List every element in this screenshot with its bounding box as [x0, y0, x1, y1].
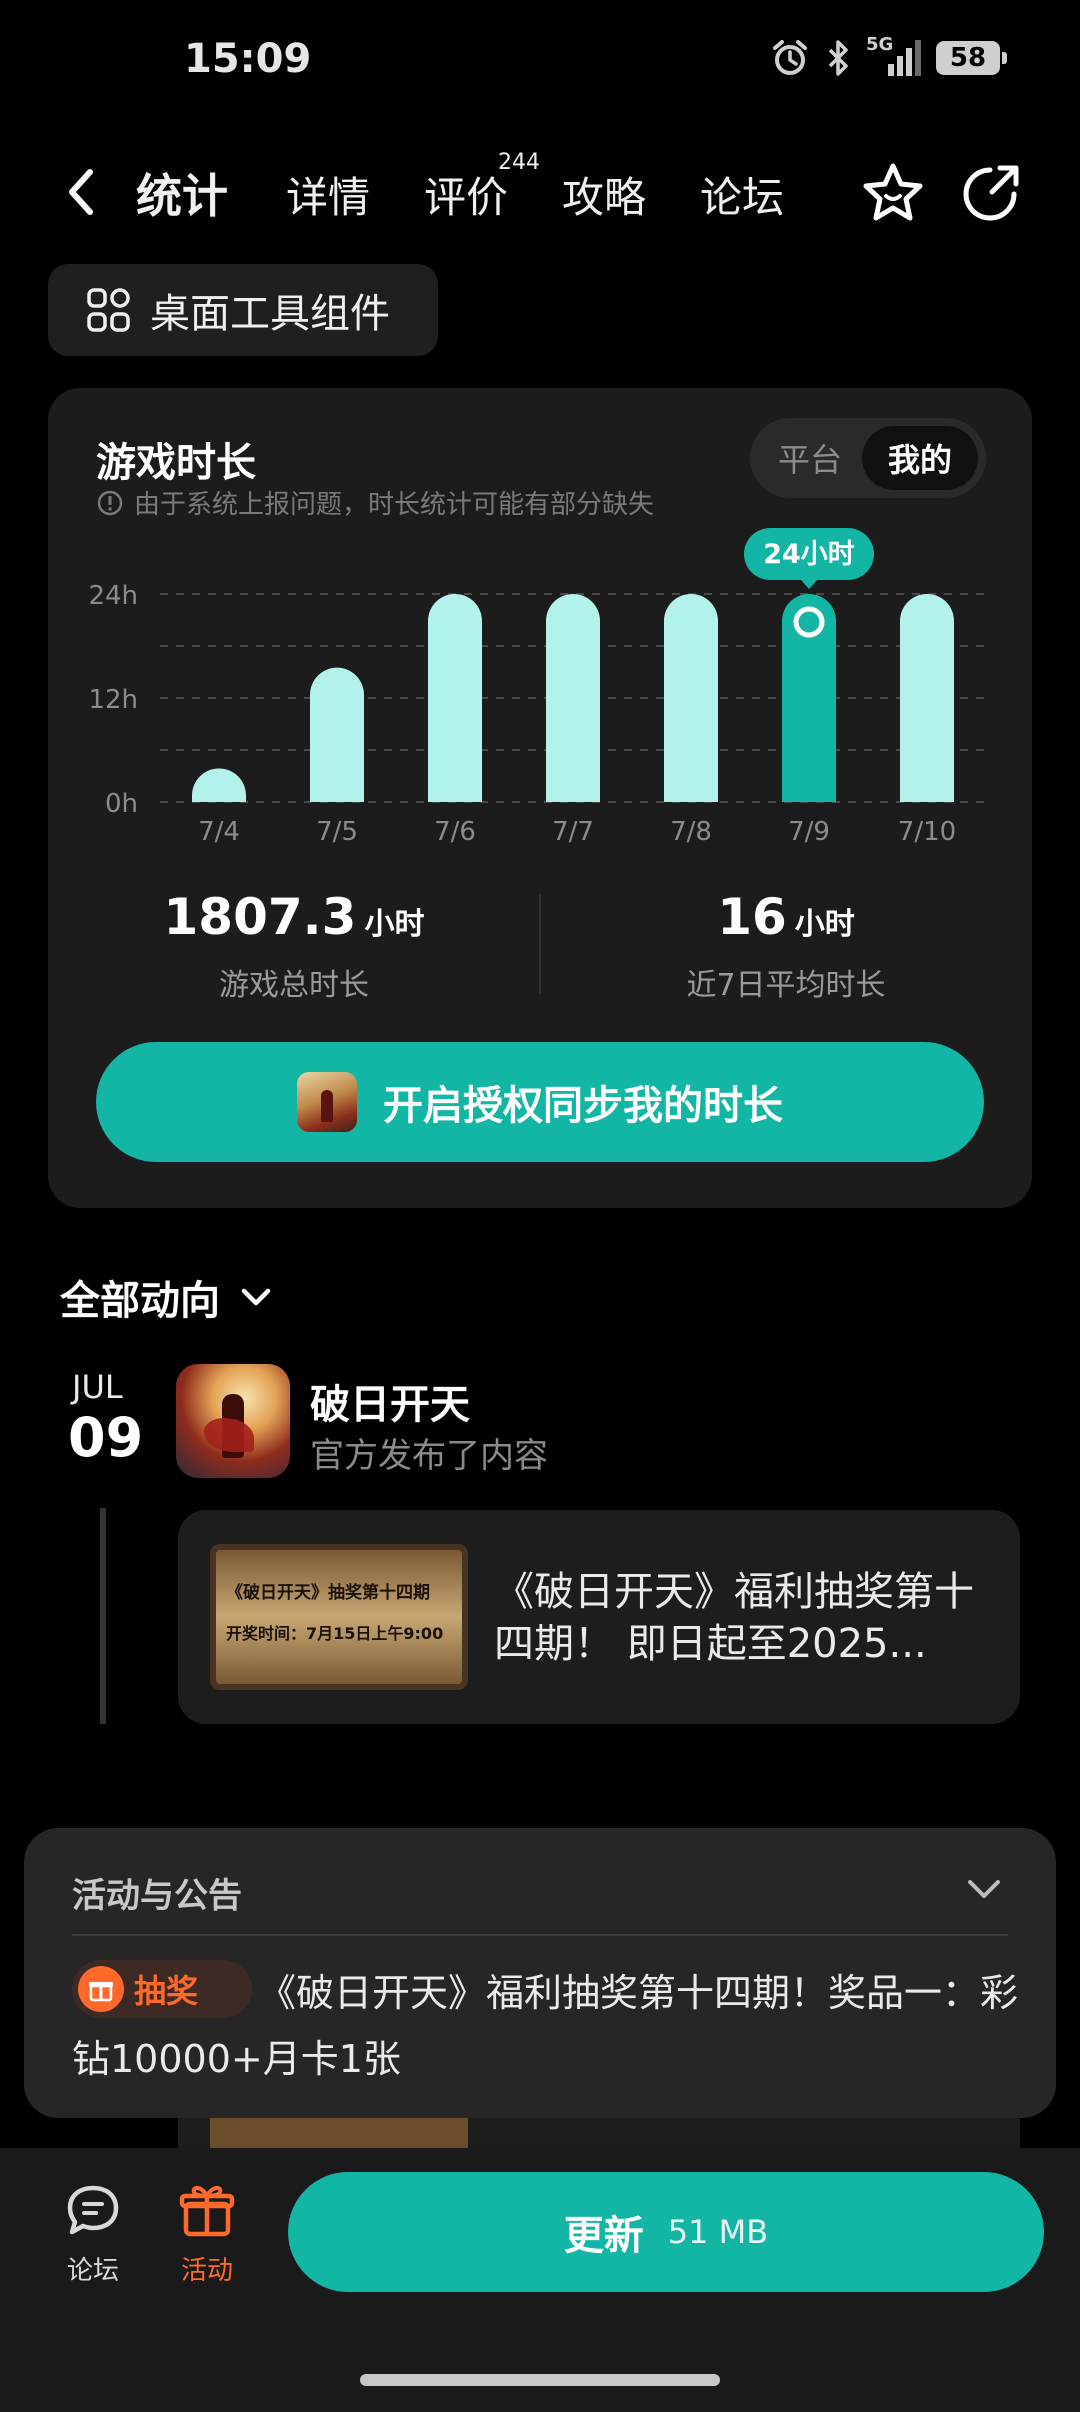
feed-title: 全部动向	[60, 1278, 220, 1324]
back-arrow-icon[interactable]	[56, 162, 106, 222]
total-time-value: 1807.3	[163, 888, 357, 946]
average-time-value: 16	[717, 888, 787, 946]
platform-option[interactable]: 平台	[758, 426, 862, 490]
y-tick-label: 0h	[105, 789, 138, 819]
collapse-chevron-icon[interactable]	[964, 1868, 1004, 1908]
feed-date-month: JUL	[72, 1368, 123, 1406]
chat-bubble-icon	[67, 2185, 119, 2235]
play-time-chart: 0h 12h 24h 7/4 7/5 7/6 7/7 7/8 7/9 24小时 7/10	[88, 528, 986, 847]
widget-grid-icon	[87, 288, 130, 332]
tab-stats[interactable]: 统计	[136, 160, 228, 226]
note-text: 由于系统上报问题，时长统计可能有部分缺失	[134, 490, 655, 520]
x-tick-label: 7/4	[198, 817, 240, 847]
share-icon[interactable]	[956, 158, 1026, 228]
x-tick-label: 7/7	[552, 817, 594, 847]
bar	[310, 667, 364, 802]
tab-guides[interactable]: 攻略	[562, 164, 646, 225]
status-bar: 15:09 5G 58	[0, 0, 1080, 120]
update-button[interactable]: 更新 51 MB	[288, 2172, 1044, 2292]
post-thumb-line2: 开奖时间：7月15日上午9:00	[226, 1624, 444, 1643]
tab-reviews[interactable]: 评价	[424, 164, 508, 225]
x-tick-label: 7/10	[898, 817, 956, 847]
home-indicator	[360, 2374, 720, 2386]
average-time-metric: 16 小时 近7日平均时长	[540, 888, 1032, 1004]
feed-subtitle: 官方发布了内容	[310, 1436, 548, 1476]
desktop-widget-button[interactable]: 桌面工具组件	[48, 264, 438, 356]
post-thumbnail: 《破日开天》抽奖第十四期 开奖时间：7月15日上午9:00	[210, 1544, 468, 1690]
update-label: 更新	[563, 2213, 644, 2259]
bottom-action-bar: 论坛 活动 更新 51 MB	[0, 2148, 1080, 2412]
activity-nav-label: 活动	[180, 2256, 233, 2286]
data-source-toggle: 平台 我的	[750, 418, 986, 498]
bar	[192, 768, 246, 802]
tooltip-pointer	[801, 580, 817, 589]
forum-nav-button[interactable]: 论坛	[38, 2182, 148, 2287]
total-time-caption: 游戏总时长	[219, 968, 369, 1003]
gift-box-icon	[179, 2185, 235, 2237]
tab-details[interactable]: 详情	[286, 164, 370, 225]
data-note: 由于系统上报问题，时长统计可能有部分缺失	[96, 484, 654, 521]
y-tick-label: 24h	[88, 581, 138, 611]
x-tick-label: 7/5	[316, 817, 358, 847]
battery-indicator: 58	[936, 41, 1007, 75]
x-tick-label: 7/8	[670, 817, 712, 847]
game-thumbnail	[297, 1072, 357, 1132]
tab-forum[interactable]: 论坛	[700, 164, 784, 225]
signal-5g-icon: 5G	[866, 34, 922, 78]
gift-icon	[78, 1966, 124, 2012]
status-icons: 5G 58	[770, 34, 1007, 78]
play-time-card: 游戏时长 由于系统上报问题，时长统计可能有部分缺失 平台 我的 0h 12h 24h…	[48, 388, 1032, 1208]
mine-option[interactable]: 我的	[862, 426, 978, 490]
bar	[546, 594, 600, 802]
post-title: 《破日开天》福利抽奖第十四期！ 即日起至2025...	[494, 1569, 974, 1667]
bar	[900, 594, 954, 802]
chevron-down-icon	[241, 1288, 271, 1306]
activity-nav-button[interactable]: 活动	[152, 2182, 262, 2287]
announcement-divider	[72, 1934, 1008, 1936]
widget-label: 桌面工具组件	[150, 291, 390, 337]
star-favorite-icon[interactable]	[858, 158, 928, 228]
bluetooth-icon	[828, 40, 848, 76]
total-time-metric: 1807.3 小时 游戏总时长	[48, 888, 540, 1004]
bar	[428, 594, 482, 802]
feed-filter-dropdown[interactable]: 全部动向	[60, 1268, 274, 1326]
x-tick-label: 7/9	[788, 817, 830, 847]
update-size: 51 MB	[667, 2213, 769, 2251]
timeline-line	[100, 1508, 106, 1724]
battery-level: 58	[949, 43, 987, 73]
alarm-icon	[773, 40, 807, 75]
sync-play-time-button[interactable]: 开启授权同步我的时长	[96, 1042, 984, 1162]
feed-date-day: 09	[68, 1406, 144, 1469]
average-time-unit: 小时	[794, 907, 855, 942]
info-icon	[97, 490, 123, 515]
announcement-panel[interactable]: 活动与公告 《破日开天》福利抽奖第十四期！奖品一：彩钻10000+月卡1张 抽奖	[24, 1828, 1056, 2118]
lottery-label: 抽奖	[134, 1972, 199, 2010]
forum-nav-label: 论坛	[66, 2256, 119, 2286]
y-tick-label: 12h	[88, 685, 138, 715]
average-time-caption: 近7日平均时长	[686, 968, 886, 1003]
tooltip-text: 24小时	[763, 539, 855, 570]
sync-button-label: 开启授权同步我的时长	[383, 1083, 783, 1129]
bar	[664, 594, 718, 802]
feed-post-card[interactable]: 《破日开天》抽奖第十四期 开奖时间：7月15日上午9:00 《破日开天》福利抽奖…	[178, 1510, 1020, 1724]
feed-game-name[interactable]: 破日开天	[310, 1372, 470, 1430]
announcement-title: 活动与公告	[72, 1876, 242, 1916]
game-app-icon[interactable]	[176, 1364, 290, 1478]
x-tick-label: 7/6	[434, 817, 476, 847]
lottery-badge: 抽奖	[72, 1960, 252, 2018]
review-count-badge: 244	[498, 150, 540, 175]
status-time: 15:09	[184, 36, 312, 82]
top-nav: 统计 详情 评价 244 攻略 论坛	[0, 150, 1080, 240]
total-time-unit: 小时	[364, 907, 425, 942]
play-time-title: 游戏时长	[96, 440, 256, 486]
bar	[782, 594, 836, 802]
post-thumb-line1: 《破日开天》抽奖第十四期	[226, 1583, 430, 1603]
